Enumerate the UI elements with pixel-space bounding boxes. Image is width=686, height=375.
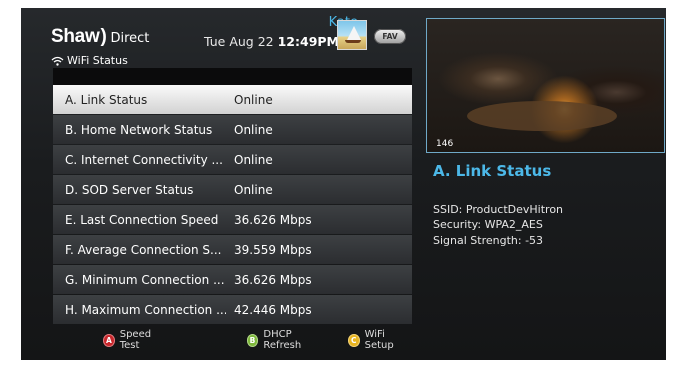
list-item[interactable]: E. Last Connection Speed 36.626 Mbps — [53, 205, 412, 234]
list-item[interactable]: A. Link Status Online — [53, 85, 412, 114]
shaw-direct-logo: Shaw) Direct — [51, 26, 149, 48]
list-item[interactable]: F. Average Connection S... 39.559 Mbps — [53, 235, 412, 264]
legend-speed-test[interactable]: A Speed Test — [103, 329, 169, 351]
legend-label: WiFi Setup — [364, 329, 394, 351]
time-text: 12:49PM — [277, 34, 339, 49]
detail-signal: Signal Strength: -53 — [433, 234, 544, 247]
list-item-value: 42.446 Mbps — [234, 302, 312, 317]
page-title-text: WiFi Status — [67, 54, 128, 67]
sailboat-icon — [347, 26, 361, 40]
legend-label: Speed Test — [119, 329, 152, 351]
list-item-label: F. Average Connection S... — [65, 242, 222, 257]
list-item[interactable]: D. SOD Server Status Online — [53, 175, 412, 204]
list-item-value: Online — [234, 152, 273, 167]
list-item-label: D. SOD Server Status — [65, 182, 194, 197]
list-item-label: B. Home Network Status — [65, 122, 213, 137]
list-item[interactable]: C. Internet Connectivity ... Online — [53, 145, 412, 174]
legend-label: DHCP Refresh — [263, 329, 302, 351]
brand-name: Shaw — [51, 26, 100, 47]
list-item[interactable]: G. Minimum Connection ... 36.626 Mbps — [53, 265, 412, 294]
wifi-icon — [51, 56, 64, 66]
legend-wifi-setup[interactable]: C WiFi Setup — [347, 329, 412, 351]
color-key-c-icon: C — [347, 333, 360, 347]
tv-screen: Shaw) Direct WiFi Status Tue Aug 22 12:49… — [21, 8, 666, 360]
video-preview[interactable]: 146 — [426, 18, 665, 153]
brand-mark: ) — [100, 26, 107, 47]
avatar[interactable] — [337, 20, 367, 50]
list-item-label: E. Last Connection Speed — [65, 212, 219, 227]
list-item-label: G. Minimum Connection ... — [65, 272, 225, 287]
list-item-label: A. Link Status — [65, 92, 148, 107]
channel-number: 146 — [436, 139, 454, 149]
list-item-value: 36.626 Mbps — [234, 212, 312, 227]
detail-ssid: SSID: ProductDevHitron — [433, 203, 564, 216]
date-time: Tue Aug 22 12:49PM — [204, 34, 339, 49]
page-title: WiFi Status — [51, 54, 128, 67]
color-key-b-icon: B — [246, 333, 259, 347]
list-item-value: Online — [234, 122, 273, 137]
detail-security: Security: WPA2_AES — [433, 218, 543, 231]
list-item-label: H. Maximum Connection ... — [65, 302, 226, 317]
list-header-bar — [53, 68, 412, 85]
list-item-value: 39.559 Mbps — [234, 242, 312, 257]
status-list: A. Link Status Online B. Home Network Stat… — [53, 85, 412, 325]
video-scene — [467, 101, 617, 131]
list-item-value: Online — [234, 92, 273, 107]
brand-suffix: Direct — [110, 31, 150, 46]
list-item[interactable]: H. Maximum Connection ... 42.446 Mbps — [53, 295, 412, 324]
list-item[interactable]: B. Home Network Status Online — [53, 115, 412, 144]
color-key-a-icon: A — [103, 333, 115, 347]
legend-dhcp-refresh[interactable]: B DHCP Refresh — [246, 329, 326, 351]
list-item-value: Online — [234, 182, 273, 197]
list-item-value: 36.626 Mbps — [234, 272, 312, 287]
date-text: Tue Aug 22 — [204, 34, 274, 49]
fav-button[interactable]: FAV — [374, 29, 406, 44]
detail-title: A. Link Status — [433, 162, 552, 180]
list-item-label: C. Internet Connectivity ... — [65, 152, 223, 167]
button-legend: A Speed Test B DHCP Refresh C WiFi Setup — [53, 329, 412, 351]
sailboat-hull — [345, 40, 361, 43]
